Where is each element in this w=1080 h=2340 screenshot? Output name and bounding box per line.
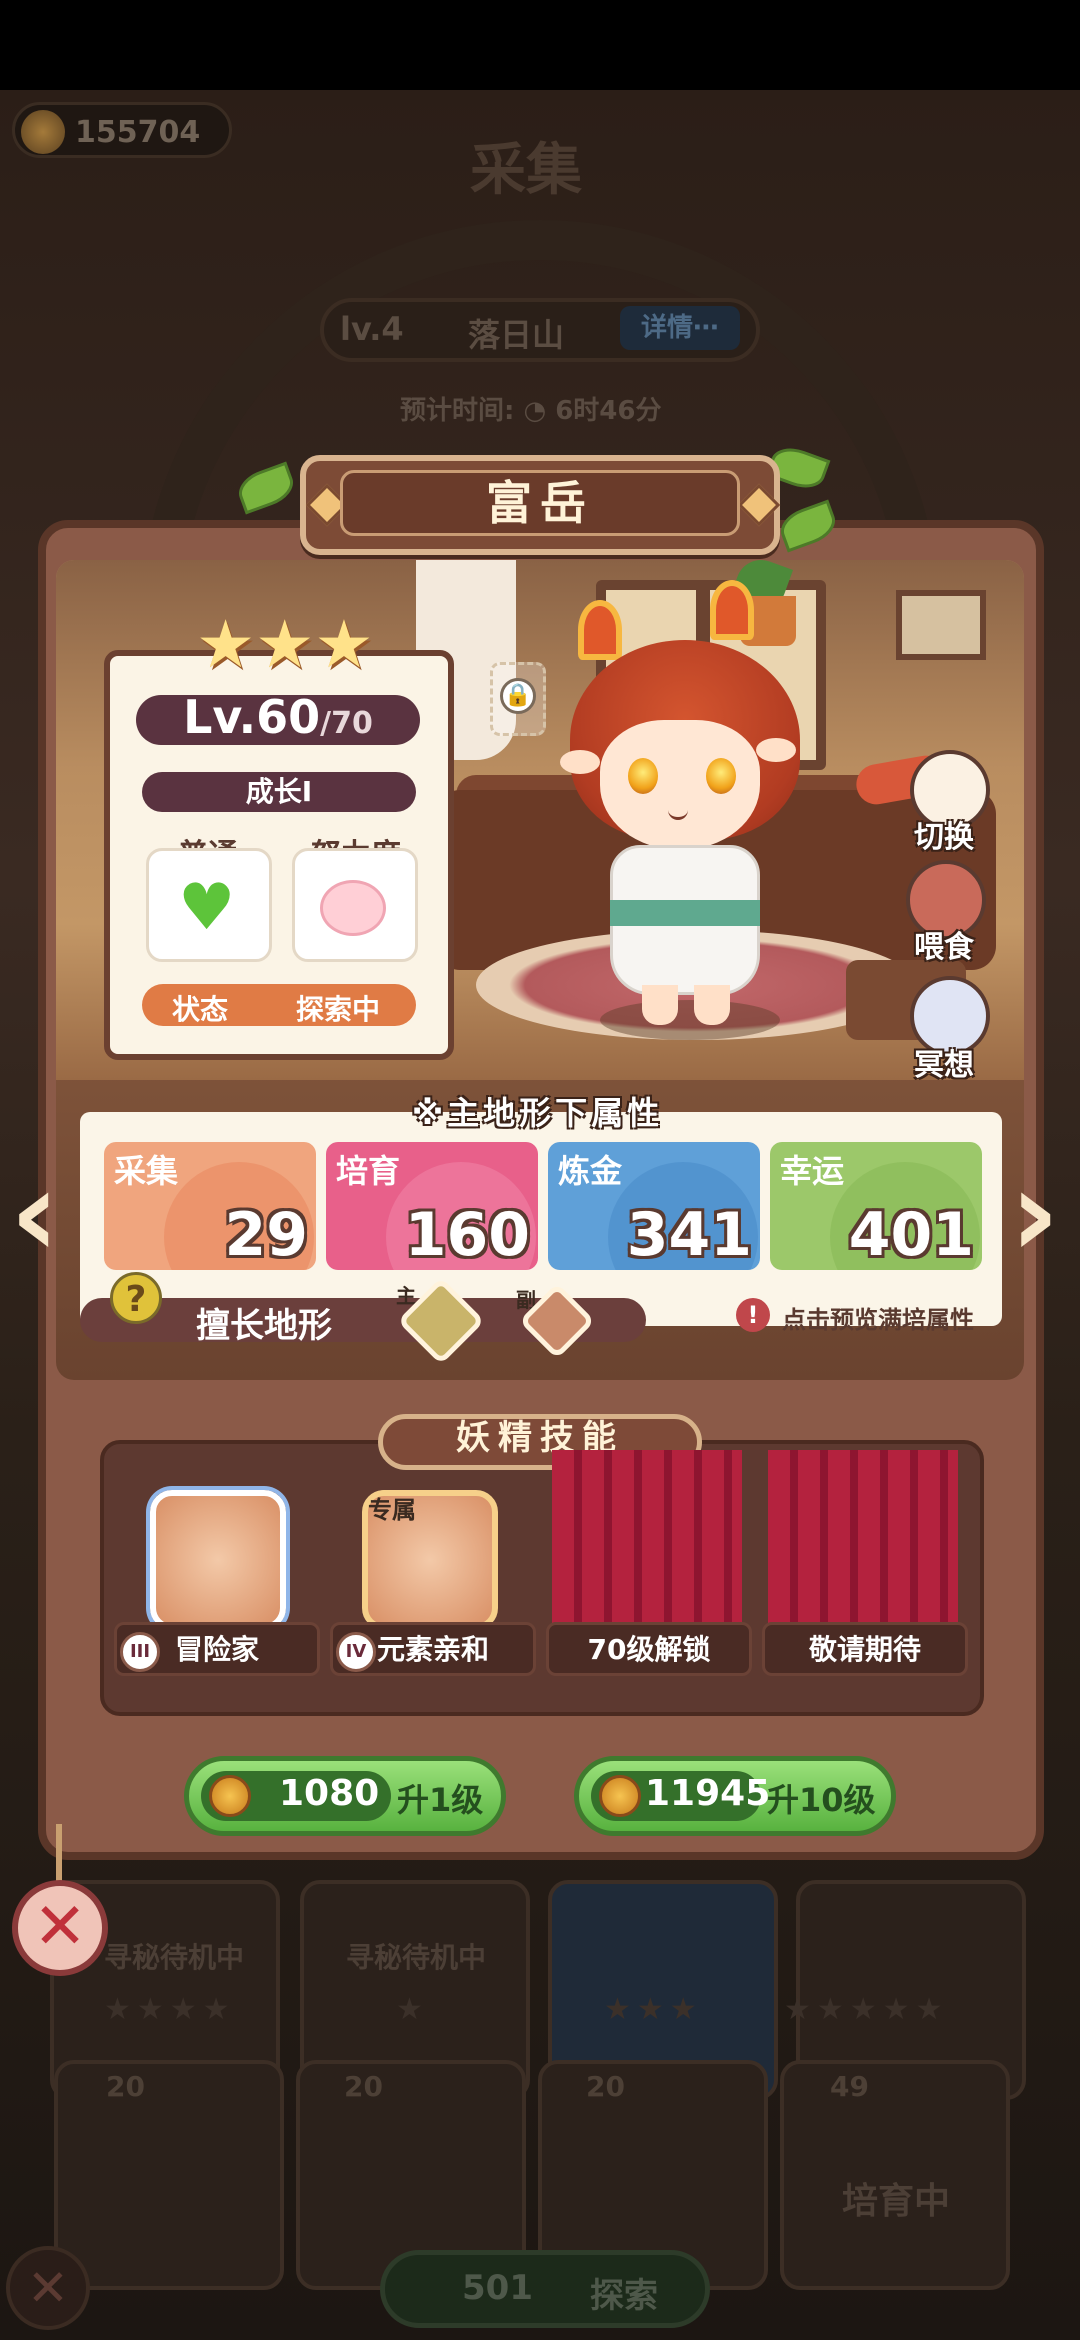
preview-full-stats-link[interactable]: 点击预览满培属性	[782, 1300, 974, 1335]
upgrade-10-label: 升10级	[767, 1781, 876, 1819]
character-belt	[610, 900, 760, 926]
switch-label: 切换	[914, 820, 974, 855]
character-eye	[628, 758, 658, 794]
skill-slot-locked[interactable]: 70级解锁	[546, 1450, 752, 1700]
explore-bar	[380, 2250, 710, 2328]
heart-icon: ♥	[178, 871, 236, 945]
terrain-label: 擅长地形	[196, 1306, 332, 1346]
prev-arrow-icon[interactable]: ‹	[10, 1155, 64, 1280]
horn-icon	[578, 600, 622, 660]
status-bar-badge: 状态 探索中	[142, 984, 416, 1026]
attribute-label: 炼金	[558, 1152, 623, 1190]
curtain-locked-icon	[552, 1450, 742, 1640]
card-status-label: 寻秘待机中	[104, 1941, 245, 1974]
attribute-alchemy: 炼金 341	[548, 1142, 760, 1270]
attribute-breed: 培育 160	[326, 1142, 538, 1270]
next-arrow-icon[interactable]: ›	[1010, 1155, 1064, 1280]
level-max: /70	[320, 706, 373, 741]
character-eye	[706, 758, 736, 794]
adventurer-skill-icon	[150, 1490, 286, 1630]
attribute-luck: 幸运 401	[770, 1142, 982, 1270]
coin-icon	[21, 110, 65, 154]
explore-cost: 501	[462, 2268, 533, 2308]
attribute-gather: 采集 29	[104, 1142, 316, 1270]
attribute-label: 采集	[114, 1152, 179, 1190]
background-card	[54, 2060, 284, 2290]
star-rating-icon: ★★★★★	[784, 1992, 949, 2027]
attribute-label: 培育	[336, 1152, 401, 1190]
location-level: lv.4	[340, 310, 404, 348]
alert-icon: !	[736, 1298, 770, 1332]
upgrade-10-cost: 11945	[645, 1773, 771, 1814]
feed-label: 喂食	[914, 930, 974, 965]
character-ear	[560, 750, 600, 774]
skill-slot-locked[interactable]: 敬请期待	[762, 1450, 968, 1700]
character-shadow	[600, 1000, 780, 1040]
rope	[56, 1824, 62, 1884]
effort-face-icon	[320, 880, 386, 936]
training-label: 培育中	[842, 2181, 951, 2222]
upgrade-1-button[interactable]: 1080 升1级	[184, 1756, 506, 1836]
skill-name: 冒险家	[174, 1633, 259, 1666]
explore-label: 探索	[590, 2276, 658, 2316]
background-coin-counter: 155704	[12, 102, 232, 158]
skill-name: 元素亲和	[376, 1633, 489, 1666]
skill-slot[interactable]: IV 元素亲和	[330, 1450, 536, 1700]
detail-button: 详情⋯	[620, 306, 740, 350]
skill-slot[interactable]: III 冒险家	[114, 1450, 320, 1700]
card-status-label: 寻秘待机中	[346, 1941, 487, 1974]
location-name: 落日山	[468, 316, 565, 354]
terrain-help-icon[interactable]: ?	[110, 1272, 162, 1324]
picture-frame	[896, 590, 986, 660]
attribute-value: 401	[848, 1200, 974, 1270]
skill-name: 70级解锁	[587, 1633, 711, 1666]
card-level: 20	[586, 2070, 625, 2103]
curtain-locked-icon	[768, 1450, 958, 1640]
upgrade-1-cost: 1080	[279, 1773, 380, 1814]
horn-icon	[710, 580, 754, 640]
status-bar	[0, 0, 1080, 90]
upgrade-10-button[interactable]: 11945 升10级	[574, 1756, 896, 1836]
fairy-name: 富岳	[486, 476, 594, 530]
lock-icon: 🔒	[500, 678, 536, 714]
card-level: 20	[344, 2070, 383, 2103]
close-icon[interactable]: ✕	[12, 1880, 108, 1976]
attribute-value: 29	[224, 1200, 309, 1270]
background-close-icon: ✕	[6, 2246, 90, 2330]
attribute-value: 341	[626, 1200, 752, 1270]
coin-icon	[599, 1775, 641, 1817]
coin-value: 155704	[75, 115, 201, 150]
character-leg	[642, 985, 678, 1025]
card-level: 20	[106, 2070, 145, 2103]
attribute-title: ※主地形下属性	[412, 1094, 664, 1132]
status-value: 探索中	[296, 993, 381, 1026]
character-face	[600, 720, 760, 850]
level-display: Lv.60/70	[136, 690, 420, 748]
star-rating-icon: ★★★★	[104, 1992, 236, 2027]
background-title: 采集	[470, 138, 582, 203]
status-label: 状态	[172, 993, 229, 1026]
star-rating-icon: ★★★	[196, 606, 374, 683]
estimate-time: 预计时间: ◔ 6时46分	[400, 396, 662, 426]
growth-badge: 成长I	[142, 772, 416, 812]
character-leg	[694, 985, 730, 1025]
card-level: 49	[830, 2070, 869, 2103]
exclusive-tag: 专属	[368, 1496, 416, 1524]
attribute-value: 160	[404, 1200, 530, 1270]
level-value: Lv.60	[183, 690, 321, 744]
star-rating-icon: ★	[396, 1992, 429, 2027]
meditate-label: 冥想	[914, 1048, 974, 1083]
character-ear	[756, 738, 796, 762]
star-rating-icon: ★★★	[604, 1992, 703, 2027]
skill-name: 敬请期待	[808, 1633, 921, 1666]
coin-icon	[209, 1775, 251, 1817]
attribute-label: 幸运	[780, 1152, 845, 1190]
upgrade-1-label: 升1级	[397, 1781, 484, 1819]
fairy-character[interactable]	[560, 580, 820, 1040]
